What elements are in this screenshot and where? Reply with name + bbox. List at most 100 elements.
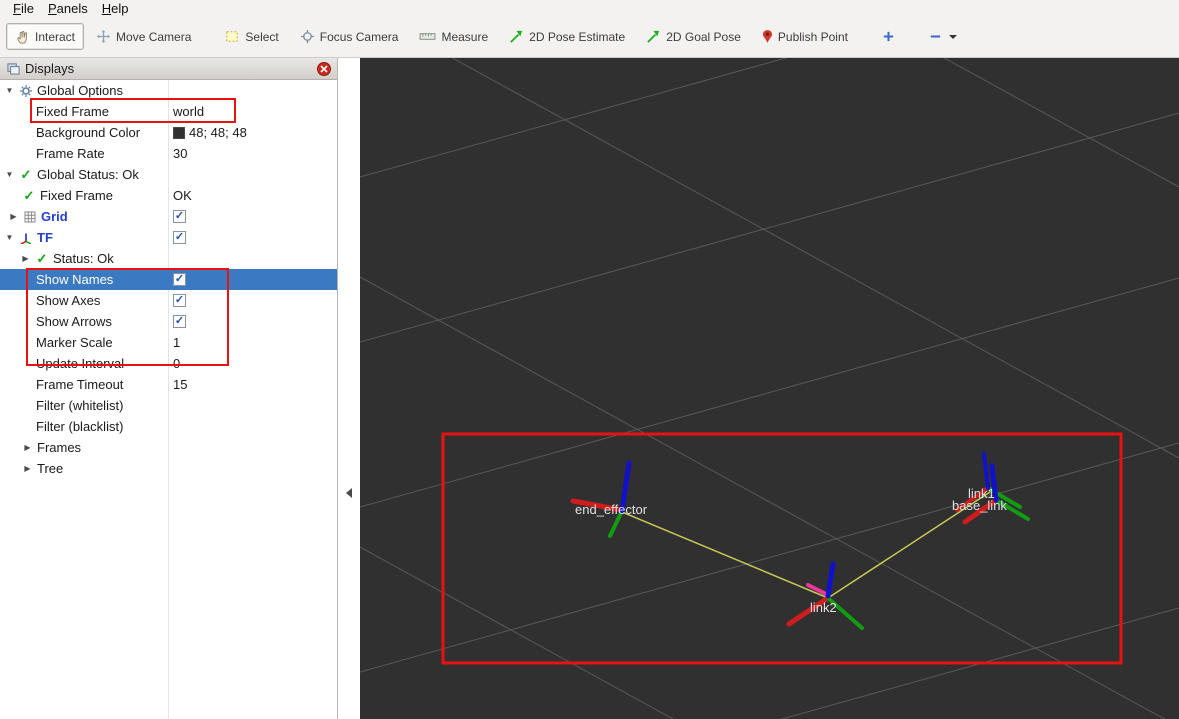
displays-panel-icon xyxy=(6,62,20,76)
measure-tool-button[interactable]: Measure xyxy=(410,24,497,50)
interact-tool-button[interactable]: Interact xyxy=(6,23,85,50)
menu-help[interactable]: Help xyxy=(95,1,136,16)
collapse-panel-arrow-icon[interactable] xyxy=(346,488,352,498)
tree-row-property: ▼ TF xyxy=(0,230,168,245)
tree-row-property: ▶ Grid xyxy=(0,209,168,224)
tree-row-property: Filter (whitelist) xyxy=(0,398,168,413)
tree-row-label: Global Options xyxy=(37,83,123,98)
tree-row-label: Status: Ok xyxy=(53,251,114,266)
tree-row-grid[interactable]: ▶ Grid ✓ xyxy=(0,206,337,227)
tree-row-property: Filter (blacklist) xyxy=(0,419,168,434)
interact-hand-icon xyxy=(15,29,30,44)
tree-row-label: Show Arrows xyxy=(36,314,112,329)
tree-row-fixed-frame[interactable]: ✓ Fixed Frame OK xyxy=(0,185,337,206)
tree-row-tree[interactable]: ▶ Tree xyxy=(0,458,337,479)
pose-estimate-tool-button[interactable]: 2D Pose Estimate xyxy=(500,23,634,50)
close-icon[interactable] xyxy=(317,61,331,76)
tree-row-label: TF xyxy=(37,230,53,245)
add-tool-button[interactable] xyxy=(873,24,904,49)
tree-row-label: Show Axes xyxy=(36,293,101,308)
tf-label-base-link: base_link xyxy=(952,498,1007,513)
tree-row-show-axes[interactable]: Show Axes ✓ xyxy=(0,290,337,311)
focus-camera-tool-button[interactable]: Focus Camera xyxy=(291,23,408,50)
tree-row-global-status-ok[interactable]: ▼ ✓ Global Status: Ok xyxy=(0,164,337,185)
tree-row-value[interactable]: 30 xyxy=(173,146,187,161)
displays-panel-titlebar[interactable]: Displays xyxy=(0,58,337,80)
tool-label: Focus Camera xyxy=(319,29,399,44)
tree-row-property: Frame Rate xyxy=(0,146,168,161)
tree-row-filter-whitelist[interactable]: Filter (whitelist) xyxy=(0,395,337,416)
tree-row-frames[interactable]: ▶ Frames xyxy=(0,437,337,458)
tool-label: Publish Point xyxy=(777,29,848,44)
select-tool-button[interactable]: Select xyxy=(216,23,287,50)
tree-row-value[interactable]: 0 xyxy=(173,356,180,371)
expander-open-icon[interactable]: ▼ xyxy=(4,170,15,179)
tf-frame-link2 xyxy=(786,561,864,630)
tree-row-filter-blacklist[interactable]: Filter (blacklist) xyxy=(0,416,337,437)
checkbox[interactable]: ✓ xyxy=(173,210,186,223)
focus-camera-icon xyxy=(300,29,315,44)
menu-file[interactable]: File xyxy=(6,1,41,16)
3d-viewport[interactable]: end_effector link1 base_link link2 xyxy=(360,58,1179,719)
tree-row-label: Tree xyxy=(37,461,64,476)
checkbox[interactable]: ✓ xyxy=(173,294,186,307)
tf-label-link2: link2 xyxy=(810,600,837,615)
check-icon: ✓ xyxy=(36,251,48,266)
tree-row-value-cell: ✓ xyxy=(168,210,186,223)
goal-pose-tool-button[interactable]: 2D Goal Pose xyxy=(637,23,750,50)
menu-panels[interactable]: Panels xyxy=(41,1,95,16)
tree-row-background-color[interactable]: Background Color 48; 48; 48 xyxy=(0,122,337,143)
tree-row-value-cell: OK xyxy=(168,188,192,203)
tree-row-property: Frame Timeout xyxy=(0,377,168,392)
tree-row-label: Background Color xyxy=(36,125,141,140)
tool-label: 2D Goal Pose xyxy=(666,29,741,44)
checkbox[interactable]: ✓ xyxy=(173,315,186,328)
expander-closed-icon[interactable]: ▶ xyxy=(22,464,33,473)
tree-row-value-cell: 0 xyxy=(168,356,180,371)
tree-row-value[interactable]: OK xyxy=(173,188,192,203)
tree-row-value[interactable]: 48; 48; 48 xyxy=(189,125,247,140)
expander-open-icon[interactable]: ▼ xyxy=(4,86,15,95)
tree-row-value[interactable]: 15 xyxy=(173,377,187,392)
tree-row-frame-rate[interactable]: Frame Rate 30 xyxy=(0,143,337,164)
tree-row-value[interactable]: 1 xyxy=(173,335,180,350)
tree-row-global-options[interactable]: ▼ Global Options xyxy=(0,80,337,101)
tree-row-marker-scale[interactable]: Marker Scale 1 xyxy=(0,332,337,353)
tf-frame-end-effector xyxy=(570,460,632,538)
publish-point-tool-button[interactable]: Publish Point xyxy=(753,23,857,50)
tree-row-label: Filter (blacklist) xyxy=(36,419,124,434)
tree-row-update-interval[interactable]: Update Interval 0 xyxy=(0,353,337,374)
tree-row-show-names[interactable]: Show Names ✓ xyxy=(0,269,337,290)
tree-row-value-cell: 15 xyxy=(168,377,187,392)
gear-icon xyxy=(19,84,33,98)
move-camera-tool-button[interactable]: Move Camera xyxy=(87,23,200,50)
tree-row-label: Frame Timeout xyxy=(36,377,124,392)
tree-row-label: Grid xyxy=(41,209,68,224)
goal-pose-arrow-icon xyxy=(646,29,661,44)
displays-tree: ▼ Global Options Fixed Frame world Backgroun… xyxy=(0,80,337,719)
tree-row-fixed-frame[interactable]: Fixed Frame world xyxy=(0,101,337,122)
tree-row-property: ✓ Fixed Frame xyxy=(0,188,168,203)
tree-row-status-ok[interactable]: ▶ ✓ Status: Ok xyxy=(0,248,337,269)
tree-row-value[interactable]: world xyxy=(173,104,204,119)
remove-tool-button[interactable] xyxy=(920,24,966,49)
tree-row-show-arrows[interactable]: Show Arrows ✓ xyxy=(0,311,337,332)
checkbox[interactable]: ✓ xyxy=(173,273,186,286)
tree-row-property: Show Axes xyxy=(0,293,168,308)
tf-link-lines xyxy=(621,491,991,599)
tree-row-property: ▼ ✓ Global Status: Ok xyxy=(0,167,168,182)
checkbox[interactable]: ✓ xyxy=(173,231,186,244)
expander-closed-icon[interactable]: ▶ xyxy=(20,254,31,263)
tree-row-frame-timeout[interactable]: Frame Timeout 15 xyxy=(0,374,337,395)
tf-icon xyxy=(19,231,33,245)
expander-closed-icon[interactable]: ▶ xyxy=(8,212,19,221)
tree-row-label: Global Status: Ok xyxy=(37,167,139,182)
expander-closed-icon[interactable]: ▶ xyxy=(22,443,33,452)
tree-row-tf[interactable]: ▼ TF ✓ xyxy=(0,227,337,248)
expander-open-icon[interactable]: ▼ xyxy=(4,233,15,242)
check-icon: ✓ xyxy=(23,188,35,203)
tree-row-value-cell: ✓ xyxy=(168,294,186,307)
tool-label: Interact xyxy=(35,29,76,44)
tree-row-value-cell: 1 xyxy=(168,335,180,350)
panel-splitter[interactable] xyxy=(339,58,360,719)
